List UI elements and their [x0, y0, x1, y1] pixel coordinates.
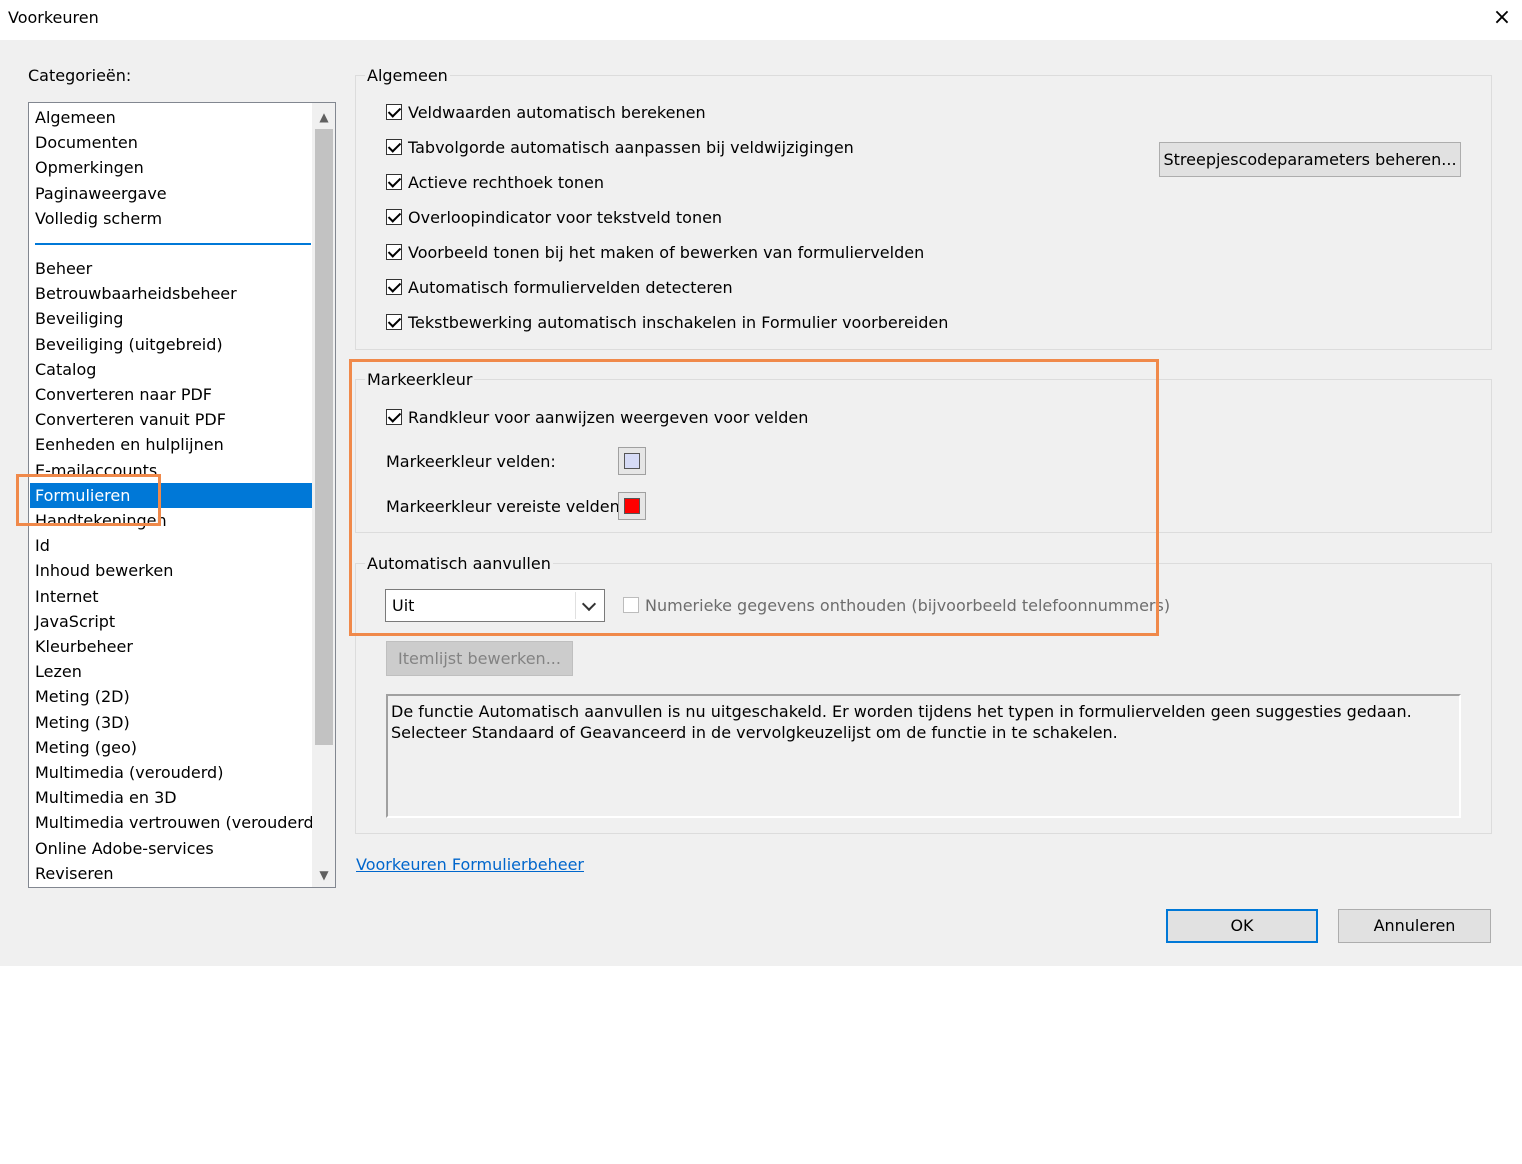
category-item-volledig-scherm[interactable]: Volledig scherm — [30, 206, 312, 231]
autocomplete-group-label: Automatisch aanvullen — [365, 554, 553, 573]
category-item-beheer[interactable]: Beheer — [30, 256, 312, 281]
required-color-label: Markeerkleur vereiste velden: — [386, 497, 626, 516]
algemeen-checkbox-label: Tekstbewerking automatisch inschakelen i… — [408, 313, 949, 332]
category-item-handtekeningen[interactable]: Handtekeningen — [30, 508, 312, 533]
category-item-beveiliging[interactable]: Beveiliging — [30, 306, 312, 331]
required-color-picker[interactable] — [618, 492, 646, 520]
category-item-id[interactable]: Id — [30, 533, 312, 558]
edit-item-list-button[interactable]: Itemlijst bewerken... — [386, 641, 573, 676]
category-item-inhoud-bewerken[interactable]: Inhoud bewerken — [30, 558, 312, 583]
category-item-lezen[interactable]: Lezen — [30, 659, 312, 684]
field-color-swatch — [624, 453, 640, 469]
close-icon[interactable]: × — [1490, 4, 1514, 32]
algemeen-checkbox-label: Veldwaarden automatisch berekenen — [408, 103, 706, 122]
scroll-thumb[interactable] — [315, 129, 333, 745]
category-item-multimedia-en-3d[interactable]: Multimedia en 3D — [30, 785, 312, 810]
numeric-data-checkbox[interactable] — [623, 597, 639, 613]
border-color-checkbox-label: Randkleur voor aanwijzen weergeven voor … — [408, 408, 809, 427]
category-item-multimedia-verouderd[interactable]: Multimedia (verouderd) — [30, 760, 312, 785]
category-item-paginaweergave[interactable]: Paginaweergave — [30, 181, 312, 206]
category-separator — [35, 243, 311, 245]
category-item-javascript[interactable]: JavaScript — [30, 609, 312, 634]
category-item-kleurbeheer[interactable]: Kleurbeheer — [30, 634, 312, 659]
scroll-up-icon[interactable]: ▲ — [312, 105, 335, 129]
autocomplete-select-value: Uit — [392, 596, 415, 615]
barcode-parameters-button[interactable]: Streepjescodeparameters beheren... — [1159, 142, 1461, 177]
algemeen-checkbox[interactable] — [386, 209, 402, 225]
algemeen-group-label: Algemeen — [365, 66, 450, 85]
algemeen-checkbox[interactable] — [386, 139, 402, 155]
algemeen-checkbox-label: Voorbeeld tonen bij het maken of bewerke… — [408, 243, 925, 262]
field-color-label: Markeerkleur velden: — [386, 452, 556, 471]
category-item-beveiliging-uitgebreid[interactable]: Beveiliging (uitgebreid) — [30, 332, 312, 357]
categories-label: Categorieën: — [28, 66, 132, 85]
algemeen-checkbox-label: Automatisch formuliervelden detecteren — [408, 278, 733, 297]
category-item-multimedia-vertrouwen-verouderd[interactable]: Multimedia vertrouwen (verouderd) — [30, 810, 320, 835]
category-item-documenten[interactable]: Documenten — [30, 130, 312, 155]
algemeen-checkbox[interactable] — [386, 104, 402, 120]
algemeen-checkbox-label: Overloopindicator voor tekstveld tonen — [408, 208, 723, 227]
required-color-swatch — [624, 498, 640, 514]
markeerkleur-group-label: Markeerkleur — [365, 370, 475, 389]
category-scrollbar[interactable]: ▲ ▼ — [312, 103, 335, 887]
border-color-checkbox[interactable] — [386, 409, 402, 425]
algemeen-checkbox-label: Tabvolgorde automatisch aanpassen bij ve… — [408, 138, 854, 157]
category-item-converteren-naar-pdf[interactable]: Converteren naar PDF — [30, 382, 312, 407]
algemeen-checkbox[interactable] — [386, 279, 402, 295]
algemeen-checkbox[interactable] — [386, 174, 402, 190]
category-item-catalog[interactable]: Catalog — [30, 357, 312, 382]
algemeen-checkbox[interactable] — [386, 314, 402, 330]
chevron-down-icon — [575, 592, 602, 619]
category-item-converteren-vanuit-pdf[interactable]: Converteren vanuit PDF — [30, 407, 312, 432]
category-item-meting-geo[interactable]: Meting (geo) — [30, 735, 312, 760]
category-item-eenheden-en-hulplijnen[interactable]: Eenheden en hulplijnen — [30, 432, 312, 457]
autocomplete-description: De functie Automatisch aanvullen is nu u… — [386, 694, 1461, 818]
category-item-meting-2d[interactable]: Meting (2D) — [30, 684, 312, 709]
title-bar: Voorkeuren × — [0, 0, 1522, 40]
category-item-online-adobe-services[interactable]: Online Adobe-services — [30, 836, 312, 861]
category-item-betrouwbaarheidsbeheer[interactable]: Betrouwbaarheidsbeheer — [30, 281, 312, 306]
ok-button[interactable]: OK — [1166, 909, 1318, 943]
categories-list[interactable]: Algemeen Documenten Opmerkingen Paginaweerg… — [28, 102, 336, 888]
category-item-meting-3d[interactable]: Meting (3D) — [30, 710, 312, 735]
cancel-button[interactable]: Annuleren — [1338, 909, 1491, 943]
algemeen-checkbox-label: Actieve rechthoek tonen — [408, 173, 605, 192]
category-item-formulieren[interactable]: Formulieren — [30, 482, 312, 508]
field-color-picker[interactable] — [618, 447, 646, 475]
forms-manager-preferences-link[interactable]: Voorkeuren Formulierbeheer — [356, 855, 584, 874]
algemeen-checkbox[interactable] — [386, 244, 402, 260]
category-item-algemeen[interactable]: Algemeen — [30, 105, 312, 130]
numeric-data-checkbox-label: Numerieke gegevens onthouden (bijvoorbee… — [645, 596, 1171, 615]
category-item-internet[interactable]: Internet — [30, 584, 312, 609]
preferences-dialog: Voorkeuren × Categorieën: Algemeen Docume… — [0, 0, 1522, 966]
category-item-reviseren[interactable]: Reviseren — [30, 861, 312, 886]
window-title: Voorkeuren — [8, 8, 99, 27]
scroll-down-icon[interactable]: ▼ — [312, 863, 335, 887]
category-item-opmerkingen[interactable]: Opmerkingen — [30, 155, 312, 180]
autocomplete-select[interactable]: Uit — [385, 589, 605, 622]
category-item-e-mailaccounts[interactable]: E-mailaccounts — [30, 458, 312, 483]
